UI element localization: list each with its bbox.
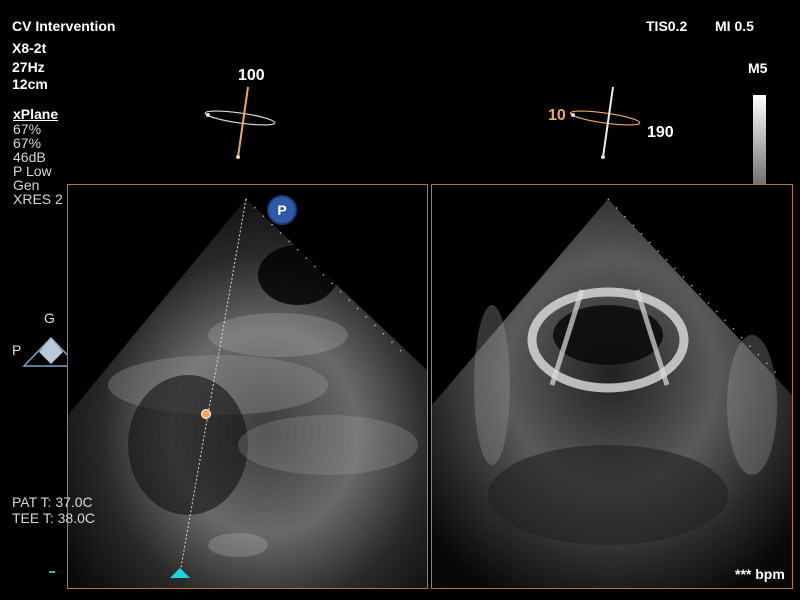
primary-image-panel[interactable]: P bbox=[67, 184, 428, 589]
cursor-line-end-marker[interactable] bbox=[170, 568, 190, 580]
xplane-cursor-handle[interactable] bbox=[201, 409, 211, 419]
map-label: M5 bbox=[748, 60, 768, 76]
secondary-elevation-angle-label: 190 bbox=[647, 124, 674, 141]
setting-value: 67% bbox=[13, 121, 42, 137]
tee-temp-label: TEE T: 38.0C bbox=[12, 510, 96, 526]
preset-label: CV Intervention bbox=[12, 18, 116, 34]
mi-label: MI 0.5 bbox=[715, 18, 754, 34]
orientation-g-label: G bbox=[44, 310, 55, 326]
primary-ultrasound-sector bbox=[68, 198, 427, 588]
xplane-mode-label[interactable]: xPlane bbox=[13, 107, 58, 121]
p-marker-badge[interactable]: P bbox=[269, 197, 295, 223]
depth-label: 12cm bbox=[12, 76, 48, 92]
primary-angle-label: 100 bbox=[238, 67, 265, 84]
setting-value: Gen bbox=[13, 177, 40, 193]
probe-label: X8-2t bbox=[12, 40, 47, 56]
heart-rate-label: *** bpm bbox=[735, 566, 785, 582]
frame-rate-label: 27Hz bbox=[12, 59, 45, 75]
primary-plane-icon bbox=[204, 86, 276, 159]
green-indicator bbox=[49, 571, 55, 573]
secondary-lateral-angle-label: 10 bbox=[548, 107, 566, 124]
setting-value: P Low bbox=[13, 163, 52, 179]
setting-value: XRES 2 bbox=[13, 191, 63, 207]
secondary-ultrasound-sector bbox=[432, 198, 792, 588]
secondary-image-panel[interactable] bbox=[431, 184, 793, 589]
orientation-p-label: P bbox=[12, 342, 22, 358]
patient-temp-label: PAT T: 37.0C bbox=[12, 494, 93, 510]
tis-label: TIS0.2 bbox=[646, 18, 688, 34]
secondary-plane-icon bbox=[569, 86, 641, 159]
setting-value: 46dB bbox=[13, 149, 46, 165]
setting-value: 67% bbox=[13, 135, 42, 151]
